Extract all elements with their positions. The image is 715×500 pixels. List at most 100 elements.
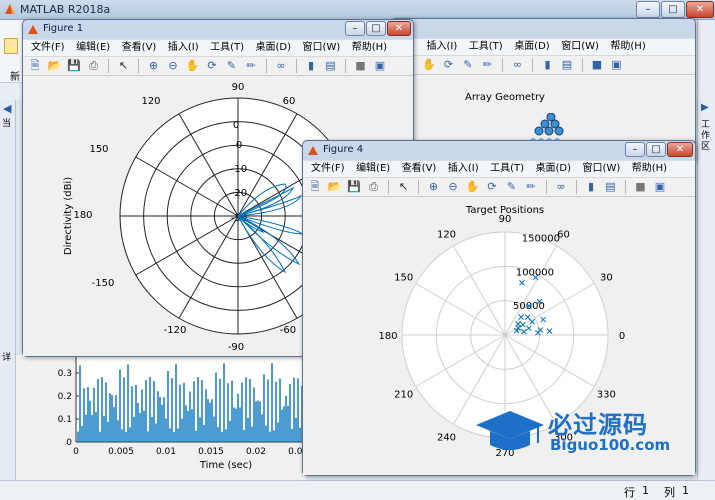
colorbar-icon[interactable]: ▮ [304,59,318,73]
brush-icon[interactable]: ✏ [244,59,258,73]
colorbar-icon[interactable]: ▮ [584,180,598,194]
datatip-icon[interactable]: ✎ [505,180,519,194]
new-figure-icon[interactable]: 🗎 [308,180,322,194]
menu-insert[interactable]: 插入(I) [164,40,203,56]
save-icon[interactable]: 💾 [67,59,81,73]
rotate-icon[interactable]: ⟳ [442,58,456,72]
back-arrow-icon[interactable]: ◀ [3,102,11,115]
rotate-icon[interactable]: ⟳ [485,180,499,194]
x-tick-label: 0.005 [108,447,134,457]
menu-tools[interactable]: 工具(T) [486,161,528,177]
rotate-icon[interactable]: ⟳ [205,59,219,73]
link-icon[interactable]: ∞ [274,59,288,73]
pan-icon[interactable]: ✋ [186,59,200,73]
minimize-button[interactable]: – [636,1,660,18]
menu-desktop[interactable]: 桌面(D) [510,39,554,55]
print-icon[interactable]: ⎙ [367,180,381,194]
link-icon[interactable]: ∞ [554,180,568,194]
menu-help[interactable]: 帮助(H) [628,161,671,177]
hide-plot-tools-icon[interactable]: ■ [590,58,604,72]
open-file-icon[interactable]: 📂 [328,180,342,194]
brush-icon[interactable]: ✏ [524,180,538,194]
menu-edit[interactable]: 编辑(E) [352,161,394,177]
menu-help[interactable]: 帮助(H) [606,39,649,55]
angle-tick-label: 240 [437,432,456,443]
link-icon[interactable]: ∞ [511,58,525,72]
workspace-label[interactable]: 工作区 [701,120,713,153]
zoom-in-icon[interactable]: ⊕ [427,180,441,194]
menu-tools[interactable]: 工具(T) [206,40,248,56]
brush-icon[interactable]: ✏ [481,58,495,72]
graduation-cap-logo [476,411,544,450]
menu-file[interactable]: 文件(F) [27,40,69,56]
x-tick-label: 0 [73,447,79,457]
legend-icon[interactable]: ▤ [604,180,618,194]
menu-view[interactable]: 查看(V) [398,161,441,177]
watermark-cn-text: 必过源码 [548,411,648,439]
angle-tick-label: -90 [228,342,244,353]
figure1-close-button[interactable]: ✕ [387,21,411,36]
maximize-button[interactable]: □ [661,1,685,18]
menu-view[interactable]: 查看(V) [118,40,161,56]
angle-tick-label: 0 [619,331,625,342]
toolbar-separator [265,59,267,73]
figure4-close-button[interactable]: ✕ [667,142,693,157]
show-plot-tools-icon[interactable]: ▣ [653,180,667,194]
zoom-in-icon[interactable]: ⊕ [147,59,161,73]
menu-insert[interactable]: 插入(I) [444,161,483,177]
left-panel-strip: ◀ 当 详 [0,100,16,490]
menu-desktop[interactable]: 桌面(D) [252,40,296,56]
figure-toolbar: ✋ ⟳ ✎ ✏ ∞ ▮ ▤ ■ ▣ [391,55,695,75]
figure1-title: Figure 1 [43,23,84,34]
y-tick-label: 0.2 [58,392,72,402]
figure1-toolbar: 🗎 📂 💾 ⎙ ↖ ⊕ ⊖ ✋ ⟳ ✎ ✏ ∞ ▮ ▤ ■ ▣ [23,56,413,76]
print-icon[interactable]: ⎙ [87,59,101,73]
figure4-minimize-button[interactable]: – [625,142,645,157]
save-icon[interactable]: 💾 [347,180,361,194]
menu-window[interactable]: 窗口(W) [557,39,603,55]
pan-icon[interactable]: ✋ [466,180,480,194]
edit-plot-icon[interactable]: ↖ [397,180,411,194]
open-file-icon[interactable]: 📂 [48,59,62,73]
menu-file[interactable]: 文件(F) [307,161,349,177]
right-arrow-icon[interactable]: ▶ [701,102,709,113]
colorbar-icon[interactable]: ▮ [541,58,555,72]
details-label: 详 [2,353,12,363]
angle-tick-label: 120 [141,96,160,107]
menu-insert[interactable]: 插入(I) [423,39,462,55]
menu-help[interactable]: 帮助(H) [348,40,391,56]
figure1-minimize-button[interactable]: – [345,21,365,36]
toolbar-separator [138,59,139,73]
y-tick-label: 0 [66,438,72,448]
show-plot-tools-icon[interactable]: ▣ [373,59,387,73]
show-plot-tools-icon[interactable]: ▣ [610,58,624,72]
figure4-maximize-button[interactable]: □ [646,142,666,157]
hide-plot-tools-icon[interactable]: ■ [354,59,368,73]
menu-tools[interactable]: 工具(T) [465,39,507,55]
datatip-icon[interactable]: ✎ [461,58,475,72]
radial-tick-label: 150000 [522,234,560,245]
figure-icon [28,24,39,35]
menu-window[interactable]: 窗口(W) [579,161,625,177]
figure1-maximize-button[interactable]: □ [366,21,386,36]
toolbar-separator [575,180,577,194]
pan-icon[interactable]: ✋ [422,58,436,72]
toolbar-separator [545,180,547,194]
zoom-out-icon[interactable]: ⊖ [446,180,460,194]
legend-icon[interactable]: ▤ [324,59,338,73]
close-button[interactable]: ✕ [686,1,714,18]
row-label: 行 [624,486,635,499]
legend-icon[interactable]: ▤ [560,58,574,72]
menu-window[interactable]: 窗口(W) [299,40,345,56]
hide-plot-tools-icon[interactable]: ■ [634,180,648,194]
watermark: 必过源码 Biguo100.com [472,405,702,460]
toolbar-separator [418,180,419,194]
y-tick-label: 0.3 [58,369,72,379]
zoom-out-icon[interactable]: ⊖ [166,59,180,73]
datatip-icon[interactable]: ✎ [225,59,239,73]
new-figure-icon[interactable]: 🗎 [28,59,42,73]
menu-edit[interactable]: 编辑(E) [72,40,114,56]
menu-desktop[interactable]: 桌面(D) [532,161,576,177]
edit-plot-icon[interactable]: ↖ [117,59,131,73]
new-script-icon[interactable] [4,38,18,54]
